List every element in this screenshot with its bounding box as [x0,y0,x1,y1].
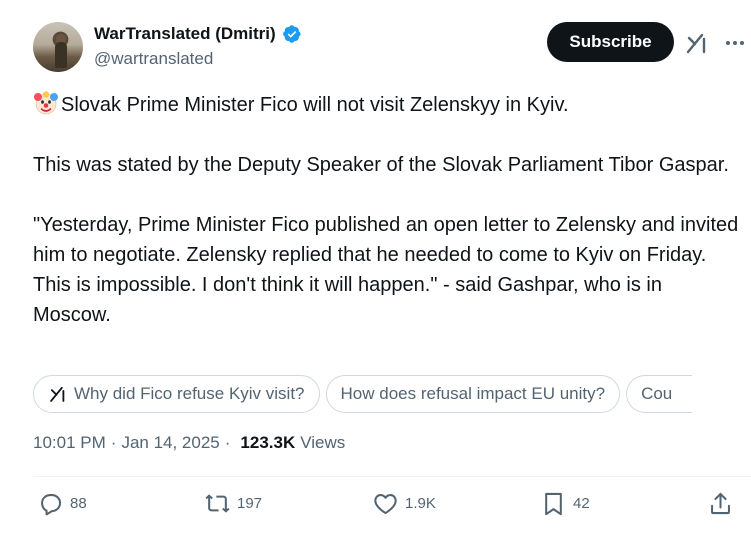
grok-icon[interactable] [684,30,710,56]
author-display-name[interactable]: WarTranslated (Dmitri) [94,24,276,44]
subscribe-button[interactable]: Subscribe [547,22,674,62]
tweet-paragraph-2: This was stated by the Deputy Speaker of… [33,154,729,176]
repost-icon [205,494,230,513]
grok-suggestion-label: Why did Fico refuse Kyiv visit? [74,384,305,403]
bookmark-count: 42 [573,495,590,512]
avatar-figure [55,42,67,68]
author-name-row[interactable]: WarTranslated (Dmitri) [94,24,302,44]
like-count: 1.9K [405,495,436,512]
avatar[interactable] [33,22,83,72]
separator-dot: · [110,433,117,452]
reply-icon [41,494,62,516]
tweet-paragraph-1-text: Slovak Prime Minister Fico will not visi… [61,94,569,116]
grok-suggestions: Why did Fico refuse Kyiv visit? How does… [33,375,693,413]
heart-icon [374,494,397,515]
views-count: 123.3K [240,433,296,452]
reply-count: 88 [70,495,87,512]
repost-count: 197 [237,495,263,512]
grok-icon [50,386,65,402]
tweet-paragraph-1: Slovak Prime Minister Fico will not visi… [33,90,745,120]
tweet-paragraph-3: "Yesterday, Prime Minister Fico publishe… [33,214,744,326]
like-button[interactable]: 1.9K [372,490,436,517]
tweet-time[interactable]: 10:01 PM [33,433,106,453]
repost-button[interactable]: 197 [204,490,262,517]
bookmark-button[interactable]: 42 [540,490,590,517]
grok-suggestion-chip[interactable]: How does refusal impact EU unity? [325,375,621,413]
grok-suggestion-label: How does refusal impact EU unity? [340,384,606,403]
reply-button[interactable]: 88 [37,490,87,517]
grok-suggestion-chip[interactable]: Why did Fico refuse Kyiv visit? [33,375,320,413]
tweet-actions: 88 197 1.9K 42 [33,490,743,526]
share-button[interactable] [707,490,734,517]
verified-badge-icon [282,25,301,43]
tweet-meta: 10:01 PM · Jan 14, 2025 · 123.3K Views [33,433,345,453]
views-label: Views [300,433,346,452]
tweet-date[interactable]: Jan 14, 2025 [121,433,219,453]
share-icon [711,492,730,515]
more-options-icon[interactable] [722,30,748,56]
separator-dot: · [224,433,231,452]
author-handle[interactable]: @wartranslated [94,49,213,69]
grok-suggestion-chip[interactable]: Cou [626,375,693,413]
grok-suggestion-label: Cou [641,384,673,403]
divider [33,476,751,477]
bookmark-icon [545,492,562,516]
tweet-text: Slovak Prime Minister Fico will not visi… [33,90,745,330]
clown-face-icon [34,91,58,115]
